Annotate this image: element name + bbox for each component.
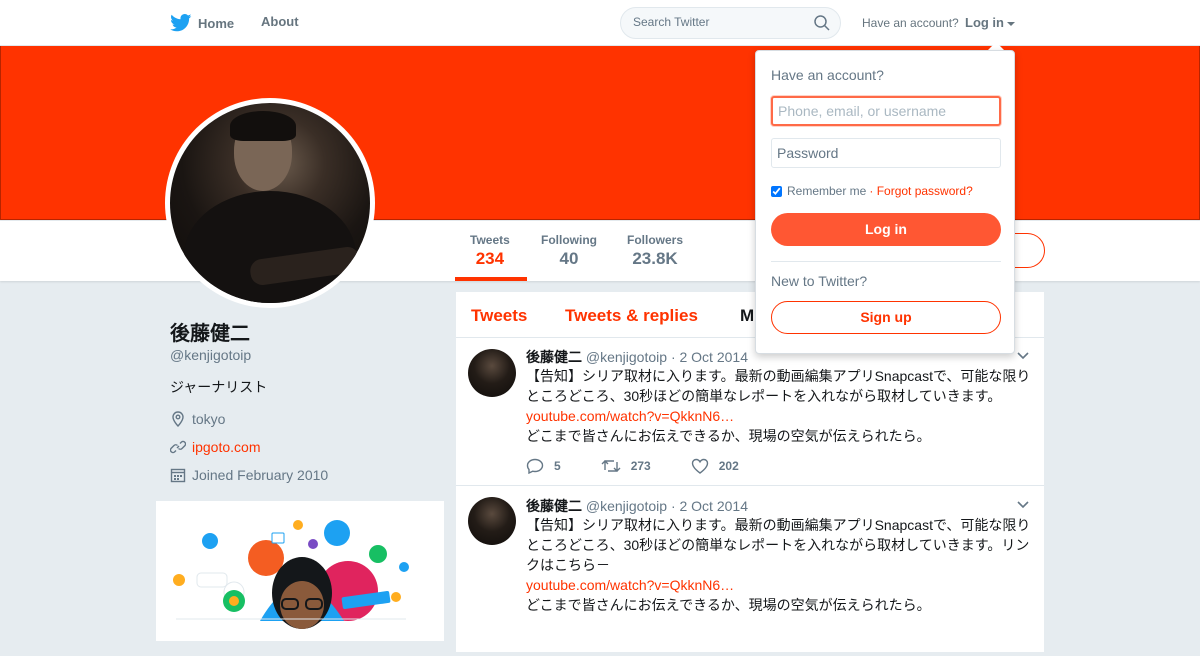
stat-value: 23.8K	[632, 249, 678, 268]
active-tab-underline	[455, 277, 527, 281]
login-menu-toggle[interactable]: Log in	[965, 15, 1015, 30]
twitter-bird-icon	[170, 14, 192, 32]
tweet-author-handle[interactable]: @kenjigotoip	[586, 349, 667, 365]
stat-label: Following	[541, 233, 597, 247]
calendar-icon	[170, 468, 186, 483]
remember-checkbox[interactable]	[771, 185, 782, 197]
tweet-date[interactable]: · 2 Oct 2014	[671, 498, 748, 514]
chevron-down-icon[interactable]	[1016, 351, 1030, 361]
tweet-actions: 5 273 202	[526, 458, 779, 474]
search-input[interactable]	[633, 15, 803, 29]
stat-value: 234	[475, 249, 505, 268]
tweet-link[interactable]: youtube.com/watch?v=QkknN6…	[526, 406, 1036, 426]
tweet-author-name[interactable]: 後藤健二	[526, 498, 582, 514]
like-button[interactable]: 202	[691, 458, 739, 474]
tweet-author-name[interactable]: 後藤健二	[526, 349, 582, 365]
avatar-hair	[230, 111, 296, 141]
retweet-count: 273	[630, 459, 651, 473]
retweet-icon	[601, 460, 621, 472]
tweet-date[interactable]: · 2 Oct 2014	[671, 349, 748, 365]
stat-following[interactable]: Following 40	[541, 233, 597, 269]
chevron-down-icon[interactable]	[1016, 500, 1030, 510]
stat-label: Tweets	[470, 233, 510, 247]
dropdown-divider	[771, 261, 1001, 262]
tweet-avatar[interactable]	[468, 497, 516, 545]
nav-home[interactable]: Home	[170, 14, 234, 32]
tab-media[interactable]: M	[740, 306, 754, 326]
tweet-text: 【告知】シリア取材に入ります。最新の動画編集アプリSnapcastで、可能な限り…	[526, 515, 1036, 615]
website-link[interactable]: ipgoto.com	[192, 439, 260, 455]
location-pin-icon	[172, 411, 184, 427]
caret-down-icon	[1007, 21, 1015, 26]
tweet-text-body: 【告知】シリア取材に入ります。最新の動画編集アプリSnapcastで、可能な限り…	[526, 368, 1031, 404]
tweet-avatar[interactable]	[468, 349, 516, 397]
signup-button[interactable]: Sign up	[771, 301, 1001, 334]
tweet-link[interactable]: youtube.com/watch?v=QkknN6…	[526, 575, 1036, 595]
reply-count: 5	[554, 459, 561, 473]
tab-tweets-replies[interactable]: Tweets & replies	[565, 306, 698, 326]
stat-followers[interactable]: Followers 23.8K	[627, 233, 683, 269]
tab-tweets[interactable]: Tweets	[471, 306, 527, 326]
reply-icon	[526, 458, 544, 474]
link-icon	[170, 440, 186, 454]
nav-about-label: About	[261, 14, 299, 29]
stat-label: Followers	[627, 233, 684, 247]
reply-button[interactable]: 5	[526, 458, 561, 474]
remember-row: Remember me · Forgot password?	[771, 184, 973, 198]
avatar-photo	[170, 103, 370, 303]
tweet-text-body: どこまで皆さんにお伝えできるか、現場の空気が伝えられたら。	[526, 428, 931, 444]
top-bar: Home About Have an account? Log in	[0, 0, 1200, 46]
login-button[interactable]: Log in	[771, 213, 1001, 246]
profile-joined: Joined February 2010	[170, 467, 328, 483]
like-count: 202	[718, 459, 739, 473]
profile-location: tokyo	[170, 411, 225, 427]
nav-about[interactable]: About	[261, 14, 299, 29]
profile-avatar[interactable]	[165, 98, 375, 308]
have-account-text: Have an account?	[862, 16, 959, 30]
username-input[interactable]	[771, 96, 1001, 126]
location-text: tokyo	[192, 411, 226, 427]
tweet-text: 【告知】シリア取材に入ります。最新の動画編集アプリSnapcastで、可能な限り…	[526, 366, 1036, 446]
joined-text: Joined February 2010	[192, 467, 329, 483]
forgot-password-link[interactable]: · Forgot password?	[869, 184, 972, 198]
heart-icon	[691, 458, 708, 474]
tweet-header: 後藤健二 @kenjigotoip · 2 Oct 2014	[526, 496, 748, 516]
password-input[interactable]	[771, 138, 1001, 168]
search-icon[interactable]	[814, 15, 830, 31]
stat-tweets[interactable]: Tweets 234	[470, 233, 510, 269]
tweet-item[interactable]: 後藤健二 @kenjigotoip · 2 Oct 2014 【告知】シリア取材…	[456, 486, 1044, 656]
remember-label[interactable]: Remember me	[787, 184, 866, 198]
people-illustration	[173, 520, 409, 629]
dropdown-title: Have an account?	[771, 67, 884, 83]
login-menu-label: Log in	[965, 15, 1004, 30]
tweet-header: 後藤健二 @kenjigotoip · 2 Oct 2014	[526, 347, 748, 367]
login-dropdown: Have an account? Remember me · Forgot pa…	[755, 50, 1015, 354]
avatar-body	[184, 191, 356, 303]
tweet-text-body: どこまで皆さんにお伝えできるか、現場の空気が伝えられたら。	[526, 597, 931, 613]
signup-illustration-card	[156, 501, 444, 641]
stat-value: 40	[559, 249, 579, 268]
search-box[interactable]	[620, 7, 841, 39]
retweet-button[interactable]: 273	[601, 458, 651, 474]
tweet-author-handle[interactable]: @kenjigotoip	[586, 498, 667, 514]
profile-handle[interactable]: @kenjigotoip	[170, 347, 251, 363]
new-to-twitter-text: New to Twitter?	[771, 273, 868, 289]
profile-bio: ジャーナリスト	[170, 379, 268, 395]
nav-home-label: Home	[198, 15, 235, 31]
tweet-text-body: 【告知】シリア取材に入ります。最新の動画編集アプリSnapcastで、可能な限り…	[526, 517, 1031, 573]
tweet-item[interactable]: 後藤健二 @kenjigotoip · 2 Oct 2014 【告知】シリア取材…	[456, 338, 1044, 486]
profile-name[interactable]: 後藤健二	[170, 317, 250, 346]
profile-website[interactable]: ipgoto.com	[170, 439, 260, 455]
